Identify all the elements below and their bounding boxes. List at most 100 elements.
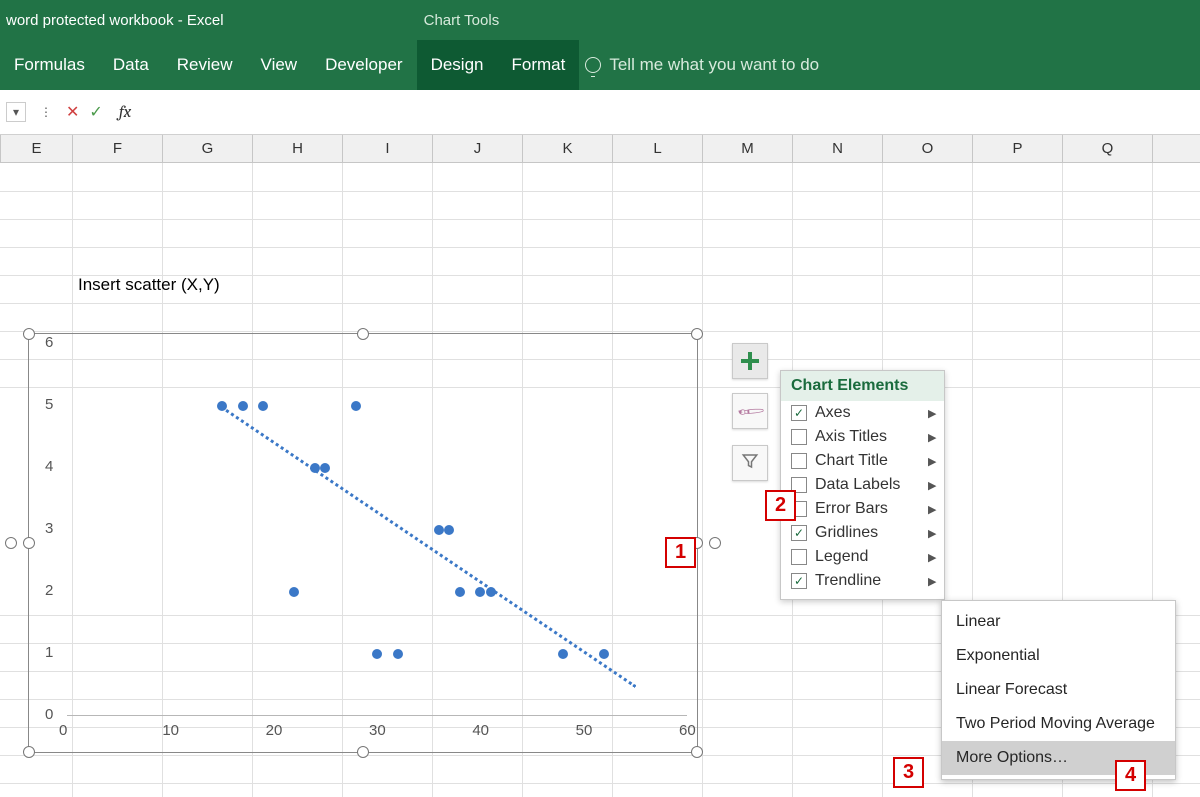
- chart-element-item-legend[interactable]: Legend▶: [781, 545, 944, 569]
- col-header-M[interactable]: M: [703, 135, 793, 162]
- col-header-H[interactable]: H: [253, 135, 343, 162]
- tab-review[interactable]: Review: [163, 40, 247, 90]
- window-title: word protected workbook - Excel: [0, 12, 224, 29]
- checkbox-icon[interactable]: ✓: [791, 573, 807, 589]
- tab-view[interactable]: View: [247, 40, 312, 90]
- data-point[interactable]: [351, 401, 361, 411]
- y-tick: 6: [45, 334, 53, 351]
- data-point[interactable]: [372, 649, 382, 659]
- col-header-Q[interactable]: Q: [1063, 135, 1153, 162]
- gridline: [702, 163, 703, 797]
- chart-element-label: Error Bars: [815, 500, 888, 518]
- trendline[interactable]: [221, 406, 636, 687]
- plot-area[interactable]: 01234560102030405060: [67, 344, 687, 716]
- resize-handle[interactable]: [357, 746, 369, 758]
- data-point[interactable]: [444, 525, 454, 535]
- chart-element-item-axis-titles[interactable]: Axis Titles▶: [781, 425, 944, 449]
- tab-design[interactable]: Design: [417, 40, 498, 90]
- gridline: [0, 303, 1200, 304]
- chart-element-item-data-labels[interactable]: Data Labels▶: [781, 473, 944, 497]
- chart-element-label: Axis Titles: [815, 428, 887, 446]
- trendline-option-two-period-moving-average[interactable]: Two Period Moving Average: [942, 707, 1175, 741]
- x-tick: 0: [59, 722, 67, 739]
- resize-handle[interactable]: [5, 537, 17, 549]
- chart-element-item-error-bars[interactable]: Error Bars▶: [781, 497, 944, 521]
- resize-handle[interactable]: [357, 328, 369, 340]
- fx-icon[interactable]: fx: [119, 103, 131, 122]
- data-point[interactable]: [238, 401, 248, 411]
- resize-handle[interactable]: [709, 537, 721, 549]
- y-tick: 5: [45, 396, 53, 413]
- annotation-4: 4: [1115, 760, 1146, 791]
- chevron-right-icon: ▶: [928, 407, 938, 420]
- data-point[interactable]: [258, 401, 268, 411]
- chart-element-label: Gridlines: [815, 524, 878, 542]
- col-header-J[interactable]: J: [433, 135, 523, 162]
- col-header-G[interactable]: G: [163, 135, 253, 162]
- tab-formulas[interactable]: Formulas: [0, 40, 99, 90]
- chart-element-label: Chart Title: [815, 452, 888, 470]
- col-header-O[interactable]: O: [883, 135, 973, 162]
- chevron-right-icon: ▶: [928, 479, 938, 492]
- lightbulb-icon: [585, 57, 601, 73]
- x-tick: 10: [162, 722, 179, 739]
- checkbox-icon[interactable]: [791, 549, 807, 565]
- tell-me-search[interactable]: Tell me what you want to do: [585, 55, 819, 75]
- col-header-F[interactable]: F: [73, 135, 163, 162]
- data-point[interactable]: [434, 525, 444, 535]
- data-point[interactable]: [475, 587, 485, 597]
- enter-icon[interactable]: ✓: [89, 102, 102, 122]
- cancel-icon[interactable]: ✕: [66, 102, 79, 122]
- name-box-dropdown[interactable]: ▾: [6, 102, 26, 122]
- checkbox-icon[interactable]: ✓: [791, 405, 807, 421]
- x-axis-line: [67, 715, 687, 716]
- col-header-E[interactable]: E: [1, 135, 73, 162]
- chart-styles-button[interactable]: 🖌: [732, 393, 768, 429]
- data-point[interactable]: [599, 649, 609, 659]
- data-point[interactable]: [455, 587, 465, 597]
- chart-element-item-trendline[interactable]: ✓Trendline▶: [781, 569, 944, 593]
- col-header-P[interactable]: P: [973, 135, 1063, 162]
- checkbox-icon[interactable]: [791, 453, 807, 469]
- trendline-option-exponential[interactable]: Exponential: [942, 639, 1175, 673]
- data-point[interactable]: [320, 463, 330, 473]
- chart-element-item-gridlines[interactable]: ✓Gridlines▶: [781, 521, 944, 545]
- tab-format[interactable]: Format: [498, 40, 580, 90]
- resize-handle[interactable]: [23, 746, 35, 758]
- cell-f4[interactable]: Insert scatter (X,Y): [78, 275, 220, 295]
- resize-handle[interactable]: [23, 537, 35, 549]
- chart-elements-button[interactable]: [732, 343, 768, 379]
- resize-handle[interactable]: [691, 328, 703, 340]
- col-header-I[interactable]: I: [343, 135, 433, 162]
- tab-data[interactable]: Data: [99, 40, 163, 90]
- tab-developer[interactable]: Developer: [311, 40, 417, 90]
- chart-element-item-axes[interactable]: ✓Axes▶: [781, 401, 944, 425]
- formula-bar: ▾ ⋮ ✕ ✓ fx: [0, 90, 1200, 135]
- formula-bar-divider: ⋮: [36, 102, 56, 122]
- embedded-chart[interactable]: 01234560102030405060: [28, 333, 698, 753]
- y-tick: 1: [45, 644, 53, 661]
- y-tick: 2: [45, 582, 53, 599]
- col-header-K[interactable]: K: [523, 135, 613, 162]
- resize-handle[interactable]: [23, 328, 35, 340]
- checkbox-icon[interactable]: [791, 429, 807, 445]
- resize-handle[interactable]: [691, 746, 703, 758]
- col-header-N[interactable]: N: [793, 135, 883, 162]
- chart-element-item-chart-title[interactable]: Chart Title▶: [781, 449, 944, 473]
- trendline-option-linear[interactable]: Linear: [942, 605, 1175, 639]
- column-headers: E F G H I J K L M N O P Q: [0, 135, 1200, 163]
- col-header-L[interactable]: L: [613, 135, 703, 162]
- x-tick: 40: [472, 722, 489, 739]
- chart-filters-button[interactable]: [732, 445, 768, 481]
- trendline-submenu: LinearExponentialLinear ForecastTwo Peri…: [941, 600, 1176, 780]
- formula-input[interactable]: [141, 90, 1194, 134]
- data-point[interactable]: [393, 649, 403, 659]
- annotation-2: 2: [765, 490, 796, 521]
- data-point[interactable]: [289, 587, 299, 597]
- chart-element-label: Legend: [815, 548, 868, 566]
- data-point[interactable]: [558, 649, 568, 659]
- annotation-3: 3: [893, 757, 924, 788]
- y-tick: 4: [45, 458, 53, 475]
- checkbox-icon[interactable]: ✓: [791, 525, 807, 541]
- trendline-option-linear-forecast[interactable]: Linear Forecast: [942, 673, 1175, 707]
